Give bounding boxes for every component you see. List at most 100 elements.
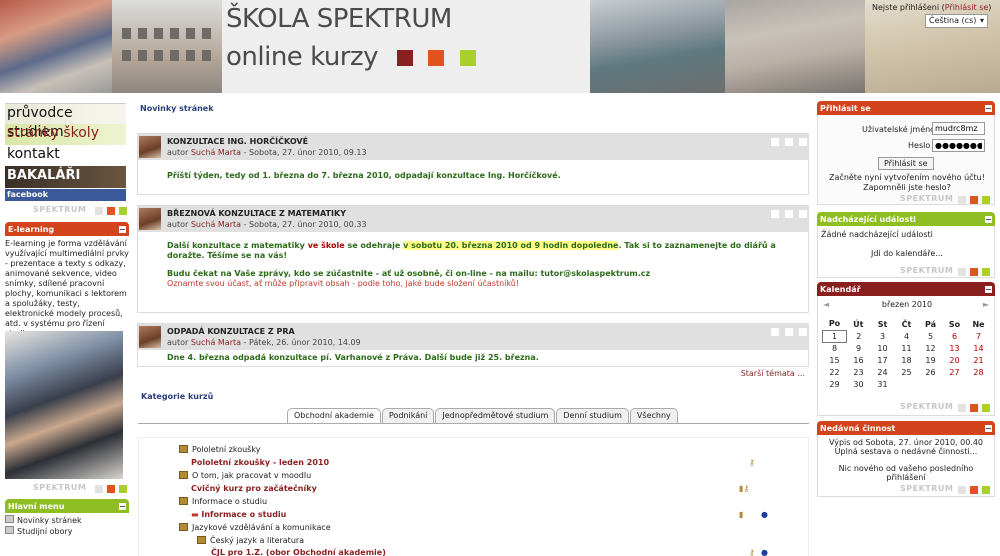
tab-denni-studium[interactable]: Denní studium bbox=[556, 408, 629, 423]
create-account-link[interactable]: Začněte nyní vytvořením nového účtu! bbox=[818, 173, 996, 182]
login-info: Nejste přihlášeni (Přihlásit se) bbox=[872, 3, 992, 12]
calendar-day-today[interactable]: 1 bbox=[822, 329, 847, 343]
category-icon bbox=[179, 497, 188, 505]
calendar-day[interactable]: 5 bbox=[919, 330, 943, 342]
calendar-day[interactable]: 25 bbox=[895, 366, 919, 378]
calendar-day[interactable]: 15 bbox=[823, 354, 847, 366]
course-link[interactable]: Pololetní zkoušky - leden 2010 bbox=[191, 458, 329, 467]
category-row[interactable]: Jazykové vzdělávání a komunikace bbox=[179, 523, 331, 532]
collapse-icon[interactable] bbox=[985, 216, 992, 223]
info-icon[interactable]: ● bbox=[761, 510, 768, 519]
calendar-day[interactable]: 29 bbox=[823, 378, 847, 390]
activity-since: Výpis od Sobota, 27. únor 2010, 00.40 bbox=[828, 438, 984, 447]
calendar-day[interactable]: 24 bbox=[871, 366, 895, 378]
calendar-day[interactable] bbox=[943, 378, 967, 390]
calendar-day[interactable]: 6 bbox=[943, 330, 967, 342]
menu-item-news[interactable]: Novinky stránek bbox=[5, 515, 129, 526]
calendar-day[interactable]: 18 bbox=[895, 354, 919, 366]
calendar-day[interactable]: 19 bbox=[919, 354, 943, 366]
calendar-day[interactable]: 28 bbox=[967, 366, 991, 378]
category-row[interactable]: Pololetní zkoušky bbox=[179, 445, 260, 454]
calendar-day[interactable]: 13 bbox=[943, 342, 967, 354]
course-link[interactable]: ▬ Informace o studiu bbox=[191, 510, 286, 519]
post-icon bbox=[799, 328, 807, 336]
calendar-day[interactable]: 20 bbox=[943, 354, 967, 366]
collapse-icon[interactable] bbox=[985, 105, 992, 112]
nav-facebook[interactable]: facebook bbox=[5, 189, 126, 201]
brand-logo[interactable]: ŠKOLA SPEKTRUM online kurzy bbox=[222, 0, 590, 93]
post-icon bbox=[771, 328, 779, 336]
calendar-day[interactable]: 10 bbox=[871, 342, 895, 354]
login-button[interactable]: Přihlásit se bbox=[878, 157, 934, 170]
username-input[interactable] bbox=[932, 122, 985, 135]
calendar-day[interactable]: 23 bbox=[847, 366, 871, 378]
nav-guide[interactable]: průvodce studiem bbox=[5, 103, 126, 140]
calendar-day[interactable]: 3 bbox=[871, 330, 895, 342]
spectrum-mark: SPEKTRUM bbox=[900, 402, 995, 413]
category-row[interactable]: Informace o studiu bbox=[179, 497, 267, 506]
calendar-day[interactable]: 27 bbox=[943, 366, 967, 378]
menu-item-study[interactable]: Studijní obory bbox=[5, 526, 129, 537]
avatar bbox=[139, 136, 161, 158]
school-building-photo bbox=[112, 0, 222, 93]
nav-contact[interactable]: kontakt bbox=[5, 145, 126, 166]
calendar-day[interactable]: 8 bbox=[823, 342, 847, 354]
calendar-day[interactable]: 31 bbox=[871, 378, 895, 390]
nav-school-pages[interactable]: stránky školy bbox=[5, 124, 126, 145]
events-empty: Žádné nadcházející události bbox=[821, 230, 933, 239]
category-row[interactable]: O tom, jak pracovat v moodlu bbox=[179, 471, 311, 480]
calendar-day[interactable]: 14 bbox=[967, 342, 991, 354]
collapse-icon[interactable] bbox=[985, 425, 992, 432]
calendar-day[interactable]: 11 bbox=[895, 342, 919, 354]
activity-full-report-link[interactable]: Úplná sestava o nedávné činnosti... bbox=[818, 447, 994, 456]
calendar-day[interactable]: 12 bbox=[919, 342, 943, 354]
site-header: ŠKOLA SPEKTRUM online kurzy Nejste přihl… bbox=[0, 0, 1000, 93]
tab-vsechny[interactable]: Všechny bbox=[629, 408, 678, 423]
tab-jednopredmetove[interactable]: Jednopředmětové studium bbox=[435, 408, 556, 423]
nav-bakalari[interactable]: BAKALÁŘI bbox=[5, 166, 126, 188]
calendar-day[interactable] bbox=[919, 378, 943, 390]
older-topics-link[interactable]: Starší témata ... bbox=[137, 369, 805, 378]
collapse-icon[interactable] bbox=[119, 226, 126, 233]
calendar-day[interactable]: 30 bbox=[847, 378, 871, 390]
info-icon[interactable]: ● bbox=[761, 548, 768, 556]
author-link[interactable]: Suchá Marta bbox=[191, 220, 241, 229]
calendar-day[interactable]: 26 bbox=[919, 366, 943, 378]
calendar-day[interactable]: 16 bbox=[847, 354, 871, 366]
course-link[interactable]: ČJL pro 1.Z. (obor Obchodní akademie) bbox=[211, 548, 386, 556]
calendar-day[interactable] bbox=[967, 378, 991, 390]
login-link[interactable]: Přihlásit se bbox=[945, 3, 989, 12]
author-link[interactable]: Suchá Marta bbox=[191, 148, 241, 157]
next-month-icon[interactable]: ► bbox=[983, 300, 989, 309]
forgot-password-link[interactable]: Zapomněli jste heslo? bbox=[818, 183, 996, 192]
course-link[interactable]: Cvičný kurz pro začátečníky bbox=[191, 484, 317, 493]
category-row[interactable]: Český jazyk a literatura bbox=[197, 536, 304, 545]
calendar-day[interactable]: 7 bbox=[967, 330, 991, 342]
foosball-photo bbox=[590, 0, 725, 93]
collapse-icon[interactable] bbox=[985, 286, 992, 293]
elearning-block-header: E-learning bbox=[5, 222, 129, 236]
calendar-day[interactable]: 2 bbox=[847, 330, 871, 342]
tab-podnikani[interactable]: Podnikání bbox=[381, 408, 435, 423]
post-meta: autor Suchá Marta - Sobota, 27. únor 201… bbox=[167, 148, 367, 157]
collapse-icon[interactable] bbox=[119, 503, 126, 510]
calendar-day[interactable]: 17 bbox=[871, 354, 895, 366]
news-post: KONZULTACE ING. HORČÍČKOVÉ autor Suchá M… bbox=[137, 133, 809, 195]
post-body: Příští týden, tedy od 1. března do 7. bř… bbox=[167, 171, 561, 180]
calendar-day[interactable]: 22 bbox=[823, 366, 847, 378]
language-select[interactable]: Čeština (cs) bbox=[925, 14, 988, 28]
calendar-day[interactable]: 9 bbox=[847, 342, 871, 354]
spectrum-mark: SPEKTRUM bbox=[5, 483, 129, 494]
post-title: KONZULTACE ING. HORČÍČKOVÉ bbox=[167, 137, 309, 146]
post-icon bbox=[771, 210, 779, 218]
calendar-month: březen 2010 bbox=[881, 300, 933, 309]
calendar-day[interactable]: 21 bbox=[967, 354, 991, 366]
right-column: Přihlásit se Uživatelské jméno Heslo Při… bbox=[817, 101, 995, 497]
spectrum-mark: SPEKTRUM bbox=[900, 484, 995, 495]
author-link[interactable]: Suchá Marta bbox=[191, 338, 241, 347]
calendar-link[interactable]: Jdi do kalendáře... bbox=[818, 249, 996, 258]
tab-obchodni-akademie[interactable]: Obchodní akademie bbox=[287, 408, 381, 423]
calendar-day[interactable] bbox=[895, 378, 919, 390]
calendar-day[interactable]: 4 bbox=[895, 330, 919, 342]
password-input[interactable] bbox=[932, 139, 985, 152]
